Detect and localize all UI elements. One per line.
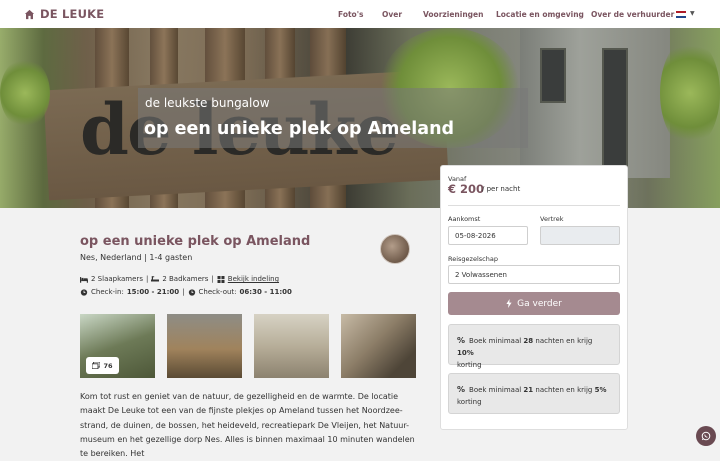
separator: |: [145, 275, 149, 283]
checkin-time: 15:00 - 21:00: [126, 288, 180, 296]
home-icon: [24, 9, 35, 19]
tree: [0, 58, 50, 128]
promo-discount-21: % Boek minimaal 21 nachten en krijg 5% ko…: [448, 373, 620, 414]
clock-icon: [80, 288, 88, 296]
nav-link-amenities[interactable]: Voorzieningen: [423, 10, 483, 19]
party-label: Reisgezelschap: [448, 255, 498, 263]
photo-count-badge[interactable]: 76: [86, 357, 119, 374]
continue-button-label: Ga verder: [517, 298, 562, 309]
bathrooms-count: 2 Badkamers: [162, 275, 209, 283]
percent-icon: %: [457, 385, 466, 394]
separator: |: [182, 288, 185, 296]
checkin-label: Check-in:: [91, 288, 124, 296]
promo-text: nachten en krijg: [533, 386, 595, 394]
nl-flag-icon[interactable]: [676, 11, 686, 18]
promo-text: nachten en krijg: [533, 337, 593, 345]
clock-icon: [188, 288, 195, 296]
floorplan-link[interactable]: Bekijk indeling: [228, 275, 279, 283]
bath-icon: [151, 275, 160, 281]
window: [602, 48, 628, 168]
card-divider: [448, 205, 620, 206]
hero-headline: op een unieke plek op Ameland: [144, 119, 455, 139]
price: € 200: [448, 182, 485, 196]
whatsapp-icon: [701, 431, 711, 441]
promo-text: Boek minimaal: [469, 386, 524, 394]
departure-label: Vertrek: [540, 215, 564, 223]
tree: [660, 38, 720, 148]
party-select[interactable]: 2 Volwassenen: [448, 265, 620, 284]
images-icon: [92, 362, 101, 369]
bolt-icon: [506, 299, 512, 308]
promo-nights: 28: [523, 337, 534, 345]
bed-icon: [80, 276, 88, 283]
photo-thumbnail[interactable]: [167, 314, 242, 378]
whatsapp-button[interactable]: [696, 426, 716, 446]
arrival-date-input[interactable]: 05-08-2026: [448, 226, 528, 245]
promo-discount-28: % Boek minimaal 28 nachten en krijg 10% k…: [448, 324, 620, 369]
nav-link-location[interactable]: Locatie en omgeving: [496, 10, 584, 19]
top-navbar: DE LEUKE Foto's Over Voorzieningen Locat…: [0, 0, 720, 28]
separator: |: [211, 275, 214, 283]
photo-thumbnail[interactable]: [254, 314, 329, 378]
window: [540, 48, 566, 103]
promo-text: korting: [457, 398, 482, 406]
hero-tagline: de leukste bungalow: [145, 96, 270, 110]
promo-percent: 5%: [594, 386, 607, 394]
listing-description: Kom tot rust en geniet van de natuur, de…: [80, 392, 415, 459]
promo-percent: 10%: [457, 349, 474, 357]
departure-date-input[interactable]: [540, 226, 620, 245]
grid-icon: [217, 275, 225, 283]
nav-link-photos[interactable]: Foto's: [338, 10, 363, 19]
listing-title: op een unieke plek op Ameland: [80, 234, 311, 249]
chevron-down-icon[interactable]: ▼: [690, 10, 695, 17]
promo-text: Boek minimaal: [469, 337, 524, 345]
brand-logo[interactable]: DE LEUKE: [24, 7, 104, 21]
per-night-label: / per nacht: [482, 185, 521, 193]
bungalow: [520, 28, 670, 178]
nav-link-host[interactable]: Over de verhuurder: [591, 10, 674, 19]
arrival-label: Aankomst: [448, 215, 481, 223]
brand-name: DE LEUKE: [40, 7, 105, 21]
percent-icon: %: [457, 336, 466, 345]
listing-location-guests: Nes, Nederland | 1-4 gasten: [80, 253, 193, 262]
checkout-label: Check-out:: [198, 288, 237, 296]
continue-button[interactable]: Ga verder: [448, 292, 620, 315]
photo-count: 76: [103, 361, 113, 370]
checkin-times: Check-in: 15:00 - 21:00 | Check-out: 06:…: [80, 288, 292, 296]
promo-text: korting: [457, 361, 482, 369]
checkout-time: 06:30 - 11:00: [239, 288, 292, 296]
room-features: 2 Slaapkamers | 2 Badkamers | Bekijk ind…: [80, 275, 279, 283]
nav-link-about[interactable]: Over: [382, 10, 402, 19]
photo-thumbnail[interactable]: [341, 314, 416, 378]
bedrooms-count: 2 Slaapkamers: [91, 275, 143, 283]
host-avatar[interactable]: [380, 234, 410, 264]
promo-nights: 21: [523, 386, 534, 394]
